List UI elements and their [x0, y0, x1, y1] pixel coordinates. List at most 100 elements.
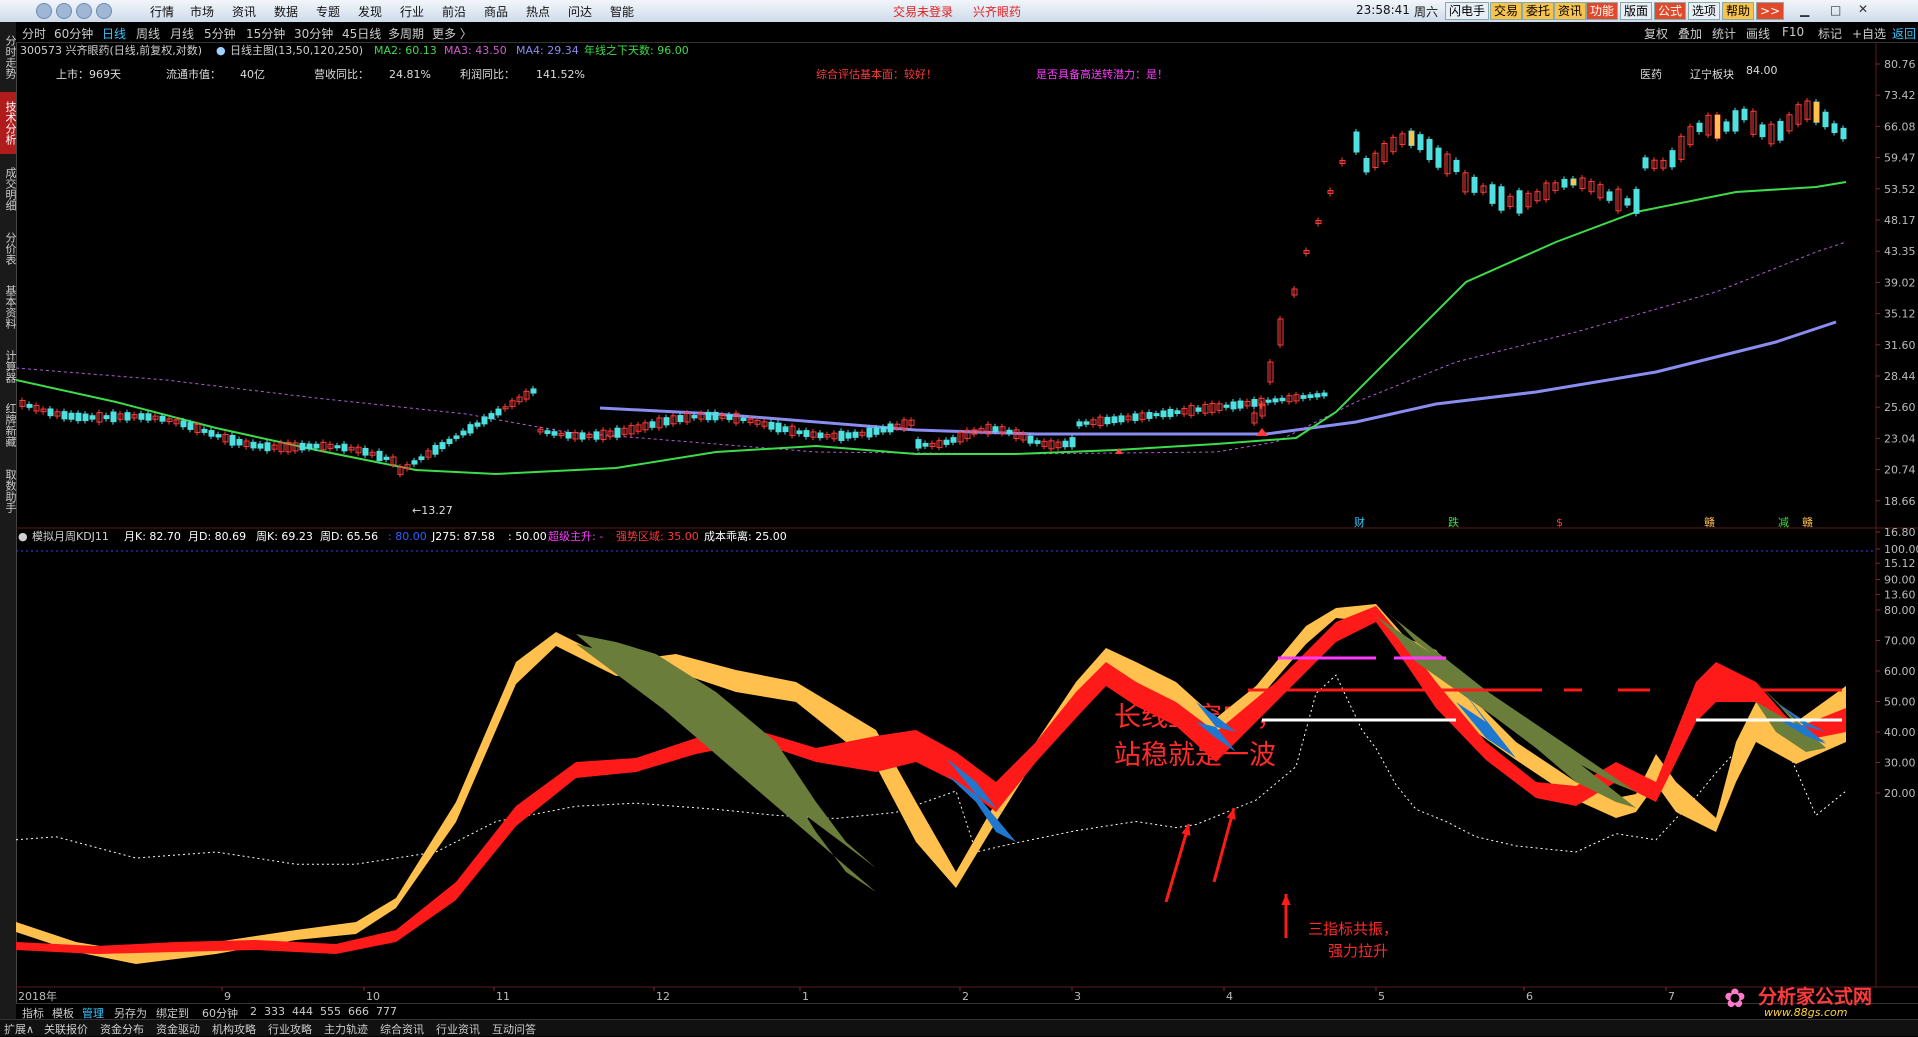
indicator-circle-icon[interactable]: ●: [216, 44, 226, 57]
region-label[interactable]: 辽宁板块: [1690, 67, 1734, 81]
candle-body: [1516, 190, 1523, 214]
period-multi[interactable]: 多周期: [388, 25, 424, 42]
watermark-logo: ✿ 分析家公式网 www.88gs.com: [1724, 982, 1914, 1020]
forward-icon[interactable]: [76, 3, 92, 19]
chart-area[interactable]: 300573 兴齐眼药(日线,前复权,对数) ● 日线主图(13,50,120,…: [16, 42, 1918, 1002]
menu-zixun[interactable]: 资讯: [232, 3, 256, 20]
candle-yellow: [1409, 131, 1414, 146]
close-icon[interactable]: ✕: [1858, 2, 1868, 16]
menu-zhineng[interactable]: 智能: [610, 3, 634, 20]
btn-function[interactable]: 功能: [1586, 2, 1619, 20]
btn-options[interactable]: 选项: [1688, 2, 1721, 20]
tab-interact-qa[interactable]: 互动问答: [492, 1021, 536, 1037]
btn-trade[interactable]: 交易: [1490, 2, 1523, 20]
menu-qianyan[interactable]: 前沿: [442, 3, 466, 20]
menu-shangpin[interactable]: 商品: [484, 3, 508, 20]
btn-more[interactable]: >>: [1756, 2, 1785, 20]
candle-body: [467, 424, 474, 434]
side-tab-red[interactable]: 红牌新藏: [0, 394, 17, 456]
lower-title[interactable]: 模拟月周KDJ11: [32, 529, 109, 543]
period-15min[interactable]: 15分钟: [246, 25, 285, 42]
btn-help[interactable]: 帮助: [1722, 2, 1755, 20]
period-30min[interactable]: 30分钟: [294, 25, 333, 42]
home-icon[interactable]: [36, 3, 52, 19]
tab-industry-news[interactable]: 行业资讯: [436, 1021, 480, 1037]
candle-body: [915, 439, 922, 449]
tool-huaxian[interactable]: 画线: [1746, 25, 1770, 42]
tool-f10[interactable]: F10: [1782, 25, 1804, 39]
side-tab-price-table[interactable]: 分价表: [0, 224, 17, 272]
x-tick: 10: [366, 990, 380, 1002]
refresh-icon[interactable]: [96, 3, 112, 19]
side-tab-calc[interactable]: 计算器: [0, 342, 17, 390]
side-tab-data-helper[interactable]: 取数助手: [0, 460, 17, 522]
btn-flash[interactable]: 闪电手: [1445, 2, 1490, 20]
industry-label[interactable]: 医药: [1640, 68, 1662, 81]
period-60min[interactable]: 60分钟: [54, 25, 93, 42]
menu-wenda[interactable]: 问达: [568, 3, 592, 20]
side-tab-detail[interactable]: 成交明细: [0, 158, 17, 220]
tool-fuquan[interactable]: 复权: [1644, 25, 1668, 42]
side-tab-fenshi[interactable]: 分时走势: [0, 26, 17, 88]
side-tab-tech[interactable]: 技术分析: [0, 92, 17, 154]
tool-back[interactable]: 返回: [1892, 25, 1916, 42]
candle-body: [82, 413, 89, 422]
clock: 23:58:41: [1356, 3, 1410, 17]
tab-fund-drive[interactable]: 资金驱动: [156, 1021, 200, 1037]
lower-y-tick: 50.00: [1884, 696, 1916, 709]
tab-2[interactable]: 2: [248, 1005, 259, 1018]
signal-arrow: [1256, 428, 1268, 436]
tab-555[interactable]: 555: [318, 1005, 343, 1018]
candle-body: [1321, 392, 1328, 397]
tool-tongji[interactable]: 统计: [1712, 25, 1736, 42]
btn-layout[interactable]: 版面: [1620, 2, 1653, 20]
tab-main-track[interactable]: 主力轨迹: [324, 1021, 368, 1037]
tab-333[interactable]: 333: [262, 1005, 287, 1018]
x-axis-labels: 2018年 9 10 11 12 1 2 3 4 5 6 7: [16, 987, 1675, 1002]
minimize-icon[interactable]: ▁: [1800, 3, 1809, 17]
btn-formula[interactable]: 公式: [1654, 2, 1687, 20]
menu-zhuanti[interactable]: 专题: [316, 3, 340, 20]
menu-shuju[interactable]: 数据: [274, 3, 298, 20]
tab-general-news[interactable]: 综合资讯: [380, 1021, 424, 1037]
lower-settings-icon[interactable]: ●: [18, 530, 28, 543]
tab-666[interactable]: 666: [346, 1005, 371, 1018]
main-indicator[interactable]: 日线主图(13,50,120,250): [230, 43, 363, 57]
menu-redian[interactable]: 热点: [526, 3, 550, 20]
tool-diejia[interactable]: 叠加: [1678, 25, 1702, 42]
menu-hangqing[interactable]: 行情: [150, 3, 174, 20]
candle-body: [1353, 131, 1360, 153]
login-status[interactable]: 交易未登录: [893, 3, 953, 20]
candle-body: [257, 443, 264, 449]
period-weekly[interactable]: 周线: [136, 25, 160, 42]
period-45day[interactable]: 45日线: [342, 25, 381, 42]
main-y-tick: 35.12: [1884, 308, 1916, 321]
menu-faxian[interactable]: 发现: [358, 3, 382, 20]
tool-biaoji[interactable]: 标记: [1818, 25, 1842, 42]
period-daily[interactable]: 日线: [102, 25, 126, 42]
tab-444[interactable]: 444: [290, 1005, 315, 1018]
period-more[interactable]: 更多 〉: [432, 25, 472, 42]
btn-news[interactable]: 资讯: [1554, 2, 1587, 20]
period-fenshi[interactable]: 分时: [22, 25, 46, 42]
btn-entrust[interactable]: 委托: [1522, 2, 1555, 20]
candle-body: [1034, 440, 1041, 444]
tab-inst-strategy[interactable]: 机构攻略: [212, 1021, 256, 1037]
tool-zixuan[interactable]: +自选: [1852, 25, 1886, 42]
tab-expand[interactable]: 扩展∧: [4, 1021, 34, 1037]
maximize-icon[interactable]: □: [1830, 3, 1841, 17]
candle-body: [313, 443, 320, 449]
candle-body: [1426, 138, 1433, 160]
period-monthly[interactable]: 月线: [170, 25, 194, 42]
period-5min[interactable]: 5分钟: [204, 25, 236, 42]
tab-fund-dist[interactable]: 资金分布: [100, 1021, 144, 1037]
side-tab-basic[interactable]: 基本资料: [0, 276, 17, 338]
tab-industry-strategy[interactable]: 行业攻略: [268, 1021, 312, 1037]
menu-shichang[interactable]: 市场: [190, 3, 214, 20]
menu-hangye[interactable]: 行业: [400, 3, 424, 20]
candle-body: [383, 456, 390, 460]
tab-777[interactable]: 777: [374, 1005, 399, 1018]
tab-related-quote[interactable]: 关联报价: [44, 1021, 88, 1037]
back-icon[interactable]: [56, 3, 72, 19]
candle-body: [1498, 186, 1505, 211]
